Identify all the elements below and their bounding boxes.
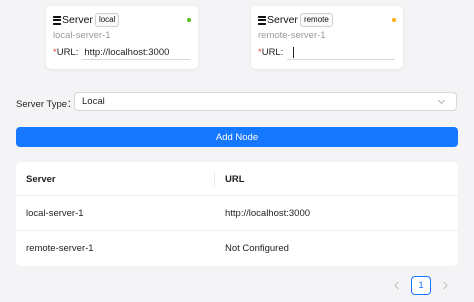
server-icon (53, 15, 61, 25)
url-row: * URL: (258, 45, 396, 60)
server-icon (258, 15, 266, 25)
chevron-down-icon (437, 99, 446, 105)
url-label: URL: (261, 47, 284, 58)
status-dot (187, 18, 191, 22)
table-row: remote-server-1 Not Configured (16, 231, 458, 266)
server-type-tag: local (94, 13, 120, 27)
next-page-icon[interactable] (440, 281, 450, 291)
server-card-header: Server local (53, 13, 120, 27)
server-name: remote-server-1 (258, 30, 326, 41)
server-type-value: Local (82, 96, 105, 107)
server-card-title: Server (267, 14, 298, 26)
column-divider (214, 171, 215, 187)
url-input-local[interactable] (82, 45, 191, 60)
text-cursor (293, 46, 295, 58)
page-number-current[interactable]: 1 (411, 276, 431, 295)
table-cell-server: remote-server-1 (26, 243, 94, 254)
server-card-local: Server local local-server-1 * URL: (46, 6, 198, 69)
server-card-header: Server remote (258, 13, 333, 27)
server-table: Server URL local-server-1 http://localho… (16, 162, 458, 266)
url-input-remote[interactable] (287, 45, 396, 60)
add-node-button[interactable]: Add Node (16, 127, 458, 147)
table-row: local-server-1 http://localhost:3000 (16, 196, 458, 231)
server-card-title: Server (62, 14, 93, 26)
table-header: Server URL (16, 162, 458, 196)
app-root: Server local local-server-1 * URL: Serve… (0, 0, 474, 302)
server-card-remote: Server remote remote-server-1 * URL: (251, 6, 403, 69)
column-header-url: URL (225, 174, 245, 185)
column-header-server: Server (26, 174, 56, 185)
server-type-label: Server Type： (16, 99, 77, 110)
url-row: * URL: (53, 45, 191, 60)
pagination: 1 (392, 276, 450, 295)
server-type-select[interactable]: Local (74, 92, 457, 111)
server-type-tag: remote (299, 13, 333, 27)
url-label: URL: (56, 47, 79, 58)
table-cell-url: http://localhost:3000 (225, 208, 311, 219)
status-dot (392, 18, 396, 22)
prev-page-icon[interactable] (392, 281, 402, 291)
server-name: local-server-1 (53, 30, 111, 41)
table-cell-url: Not Configured (225, 243, 289, 254)
table-cell-server: local-server-1 (26, 208, 84, 219)
